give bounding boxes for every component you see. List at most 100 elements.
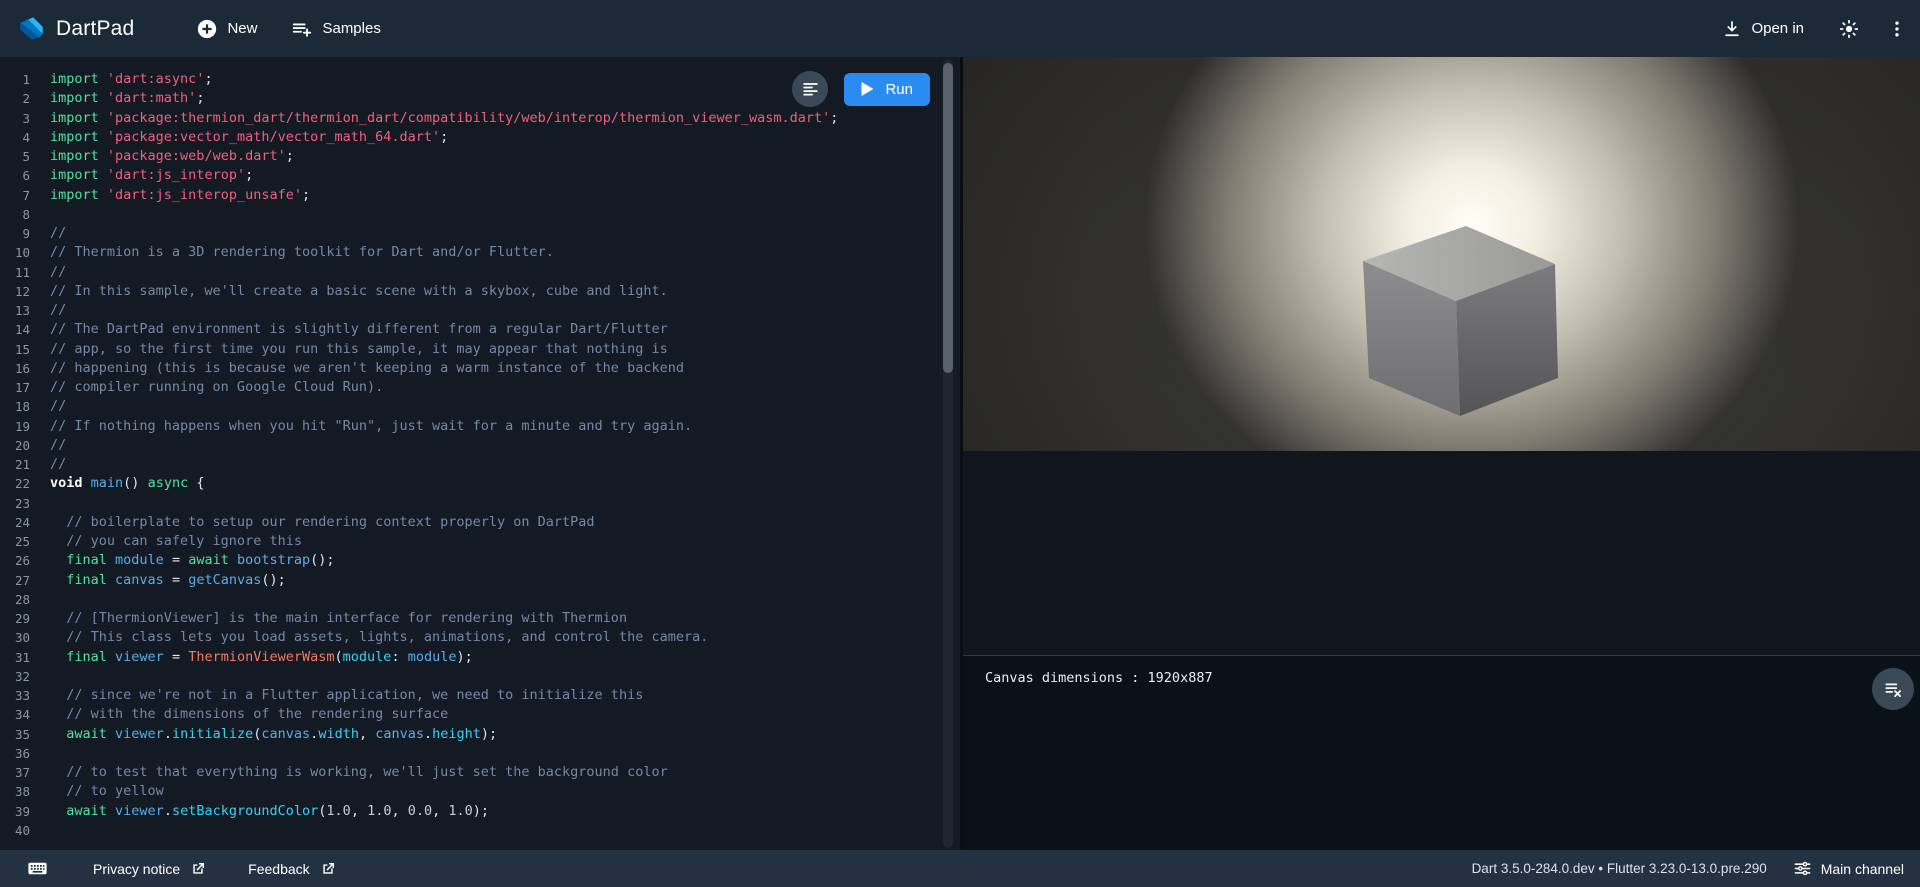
editor-actions: Run: [792, 71, 930, 107]
code-line[interactable]: 32: [0, 667, 960, 686]
code-line[interactable]: 38 // to yellow: [0, 782, 960, 801]
code-line[interactable]: 20//: [0, 436, 960, 455]
code-line[interactable]: 23: [0, 494, 960, 513]
code-text: final canvas = getCanvas();: [50, 571, 286, 590]
code-area[interactable]: 1import 'dart:async';2import 'dart:math'…: [0, 57, 960, 850]
footer: Privacy notice Feedback Dart 3.5.0-284.0…: [0, 850, 1920, 887]
code-line[interactable]: 7import 'dart:js_interop_unsafe';: [0, 186, 960, 205]
code-line[interactable]: 22void main() async {: [0, 474, 960, 493]
run-button[interactable]: Run: [844, 73, 930, 106]
line-number: 33: [0, 686, 40, 705]
run-button-label: Run: [885, 81, 913, 98]
scrollbar-thumb[interactable]: [943, 63, 953, 373]
line-number: 19: [0, 417, 40, 436]
brightness-toggle-button[interactable]: [1832, 12, 1866, 46]
code-line[interactable]: 30 // This class lets you load assets, l…: [0, 628, 960, 647]
tune-icon: [1793, 859, 1812, 878]
code-line[interactable]: 3import 'package:thermion_dart/thermion_…: [0, 109, 960, 128]
code-text: // compiler running on Google Cloud Run)…: [50, 378, 383, 397]
code-line[interactable]: 19 // If nothing happens when you hit "Ru…: [0, 417, 960, 436]
code-line[interactable]: 8: [0, 205, 960, 224]
code-line[interactable]: 26 final module = await bootstrap();: [0, 551, 960, 570]
code-line[interactable]: 36: [0, 744, 960, 763]
code-line[interactable]: 12// In this sample, we'll create a basi…: [0, 282, 960, 301]
line-number: 23: [0, 494, 40, 513]
line-number: 1: [0, 70, 40, 89]
code-text: //: [50, 224, 66, 243]
channel-selector-button[interactable]: Main channel: [1793, 859, 1904, 878]
overflow-menu-button[interactable]: [1880, 12, 1914, 46]
code-line[interactable]: 28: [0, 590, 960, 609]
code-text: //: [50, 455, 66, 474]
code-text: import 'package:web/web.dart';: [50, 147, 294, 166]
code-line[interactable]: 10// Thermion is a 3D rendering toolkit …: [0, 243, 960, 262]
code-line[interactable]: 25 // you can safely ignore this: [0, 532, 960, 551]
open-in-button-label: Open in: [1751, 20, 1804, 37]
line-number: 13: [0, 301, 40, 320]
code-text: //: [50, 436, 66, 455]
code-line[interactable]: 16// happening (this is because we aren'…: [0, 359, 960, 378]
code-line[interactable]: 24 // boilerplate to setup our rendering…: [0, 513, 960, 532]
line-number: 30: [0, 628, 40, 647]
open-in-new-icon: [190, 861, 206, 877]
keyboard-shortcuts-button[interactable]: [26, 857, 49, 880]
output-pane: Canvas dimensions : 1920x887: [963, 57, 1920, 850]
console-panel: Canvas dimensions : 1920x887: [963, 655, 1920, 850]
code-line[interactable]: 4import 'package:vector_math/vector_math…: [0, 128, 960, 147]
samples-button[interactable]: Samples: [291, 18, 380, 40]
add-circle-icon: [196, 18, 218, 40]
footer-right: Dart 3.5.0-284.0.dev • Flutter 3.23.0-13…: [1472, 859, 1920, 878]
code-line[interactable]: 27 final canvas = getCanvas();: [0, 571, 960, 590]
code-line[interactable]: 6 import 'dart:js_interop';: [0, 166, 960, 185]
code-line[interactable]: 37 // to test that everything is working…: [0, 763, 960, 782]
code-text: // If nothing happens when you hit "Run"…: [50, 417, 692, 436]
code-text: // to yellow: [50, 782, 164, 801]
main-content: 1import 'dart:async';2import 'dart:math'…: [0, 57, 1920, 850]
code-text: import 'dart:js_interop';: [50, 166, 253, 185]
code-text: await viewer.setBackgroundColor(1.0, 1.0…: [50, 802, 489, 821]
editor-scrollbar[interactable]: [943, 59, 953, 848]
code-line[interactable]: 13//: [0, 301, 960, 320]
code-line[interactable]: 39 await viewer.setBackgroundColor(1.0, …: [0, 802, 960, 821]
privacy-notice-link[interactable]: Privacy notice: [93, 861, 206, 877]
code-line[interactable]: 35 await viewer.initialize(canvas.width,…: [0, 725, 960, 744]
format-icon: [801, 80, 820, 99]
code-line[interactable]: 40: [0, 821, 960, 840]
new-button[interactable]: New: [196, 18, 257, 40]
code-line[interactable]: 18//: [0, 397, 960, 416]
code-text: // with the dimensions of the rendering …: [50, 705, 448, 724]
code-line[interactable]: 21//: [0, 455, 960, 474]
line-number: 6: [0, 166, 40, 185]
line-number: 15: [0, 340, 40, 359]
new-button-label: New: [227, 20, 257, 37]
code-line[interactable]: 9 //: [0, 224, 960, 243]
render-canvas[interactable]: [963, 57, 1920, 451]
line-number: 40: [0, 821, 40, 840]
code-line[interactable]: 11//: [0, 263, 960, 282]
code-line[interactable]: 34 // with the dimensions of the renderi…: [0, 705, 960, 724]
line-number: 12: [0, 282, 40, 301]
line-number: 17: [0, 378, 40, 397]
open-in-button[interactable]: Open in: [1722, 19, 1804, 39]
code-text: // happening (this is because we aren't …: [50, 359, 684, 378]
clear-console-button[interactable]: [1872, 668, 1914, 710]
samples-button-label: Samples: [322, 20, 380, 37]
code-line[interactable]: 29 // [ThermionViewer] is the main inter…: [0, 609, 960, 628]
line-number: 34: [0, 705, 40, 724]
line-number: 9: [0, 224, 40, 243]
code-line[interactable]: 14// The DartPad environment is slightly…: [0, 320, 960, 339]
line-number: 10: [0, 243, 40, 262]
line-number: 7: [0, 186, 40, 205]
line-number: 5: [0, 147, 40, 166]
format-button[interactable]: [792, 71, 828, 107]
kebab-menu-icon: [1887, 19, 1907, 39]
code-line[interactable]: 31 final viewer = ThermionViewerWasm(mod…: [0, 648, 960, 667]
code-text: void main() async {: [50, 474, 204, 493]
code-line[interactable]: 5 import 'package:web/web.dart';: [0, 147, 960, 166]
code-line[interactable]: 17 // compiler running on Google Cloud Ru…: [0, 378, 960, 397]
feedback-link[interactable]: Feedback: [248, 861, 335, 877]
line-number: 3: [0, 109, 40, 128]
code-line[interactable]: 15// app, so the first time you run this…: [0, 340, 960, 359]
code-line[interactable]: 33 // since we're not in a Flutter appli…: [0, 686, 960, 705]
download-icon: [1722, 19, 1742, 39]
